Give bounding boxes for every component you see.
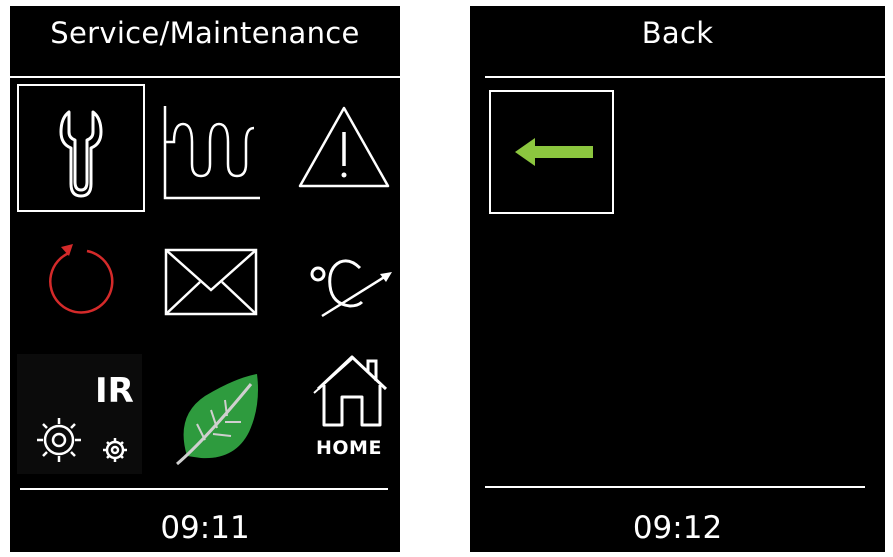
service-maintenance-screen: Service/Maintenance IR HOME 09:11: [10, 6, 400, 552]
temperature-setpoint-button[interactable]: [300, 246, 400, 326]
temperature-setpoint-icon: [310, 259, 392, 318]
mail-button[interactable]: [160, 244, 260, 324]
back-button[interactable]: [489, 90, 614, 214]
reset-button[interactable]: [25, 231, 135, 341]
back-screen: Back 09:12: [470, 6, 885, 552]
screen-title: Back: [641, 16, 714, 50]
ir-settings-button[interactable]: IR: [17, 354, 142, 474]
reset-icon: [49, 244, 114, 314]
heating-curve-button[interactable]: [150, 84, 265, 209]
footer-divider: [485, 486, 865, 488]
clock: 09:12: [632, 510, 723, 546]
wrench-button[interactable]: [17, 84, 145, 212]
ir-settings-icon: [37, 418, 127, 462]
back-arrow-icon: [515, 138, 593, 166]
title-divider: [485, 76, 885, 78]
warning-icon: [298, 106, 390, 188]
home-button[interactable]: HOME: [310, 351, 395, 461]
home-label: HOME: [316, 437, 382, 459]
wrench-icon: [59, 110, 103, 198]
clock: 09:11: [160, 510, 250, 546]
footer-divider: [20, 488, 388, 490]
home-icon: [313, 355, 388, 427]
eco-button[interactable]: [165, 366, 275, 476]
screen-title: Service/Maintenance: [50, 16, 360, 50]
heating-curve-icon: [163, 106, 260, 200]
warning-button[interactable]: [280, 84, 400, 209]
eco-leaf-icon: [176, 374, 258, 466]
title-divider: [10, 76, 400, 78]
mail-icon: [164, 248, 258, 316]
